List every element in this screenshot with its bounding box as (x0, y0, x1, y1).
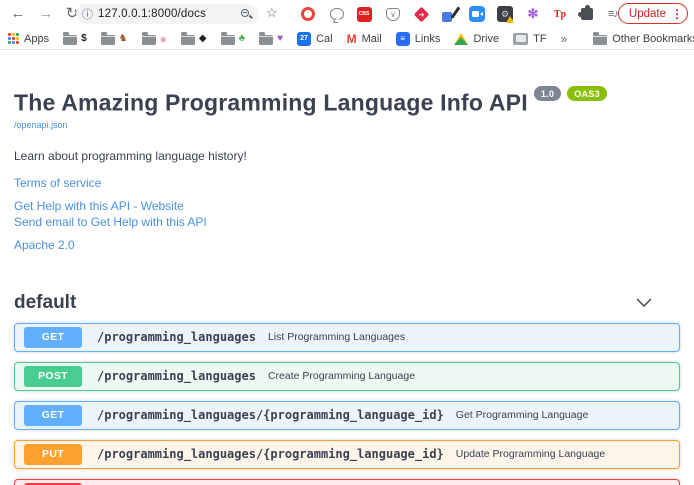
chevron-double-icon: » (561, 32, 568, 46)
bookmarks-bar: Apps $ ♞ ● ◆ ♣ ♥ 27 Cal M Mail ≡ Links D… (0, 28, 694, 50)
folder-icon (63, 35, 77, 45)
tf-icon (513, 33, 528, 45)
bookmark-links[interactable]: ≡ Links (396, 32, 441, 46)
api-description: Learn about programming language history… (14, 149, 680, 163)
bookmark-drive[interactable]: Drive (454, 33, 499, 45)
folder-icon (101, 35, 115, 45)
operations-list: GET /programming_languages List Programm… (14, 323, 680, 485)
apps-grid-icon (8, 33, 19, 44)
endpoint-summary: List Programming Languages (268, 331, 405, 343)
endpoint-post-create[interactable]: POST /programming_languages Create Progr… (14, 362, 680, 391)
bookmark-apps[interactable]: Apps (8, 33, 49, 45)
bookmarks-overflow[interactable]: » (561, 32, 568, 46)
endpoint-summary: Create Programming Language (268, 370, 415, 382)
bookmark-folder-brain[interactable]: ● (142, 32, 167, 46)
color-picker-icon[interactable] (440, 5, 458, 23)
method-badge: GET (24, 327, 82, 348)
endpoint-path: /programming_languages (97, 369, 256, 383)
tp-icon[interactable]: Tp (551, 5, 569, 23)
links-icon: ≡ (396, 32, 410, 46)
extensions-puzzle-icon[interactable] (578, 5, 596, 23)
terms-of-service-link[interactable]: Terms of service (14, 176, 680, 190)
get-help-website-link[interactable]: Get Help with this API - Website (14, 199, 680, 213)
forward-icon[interactable]: → (36, 3, 56, 23)
back-icon[interactable]: ← (8, 3, 28, 23)
gear-warning-icon[interactable]: ⚙ (496, 5, 514, 23)
oas3-badge: OAS3 (567, 86, 607, 101)
zoom-out-icon[interactable] (241, 9, 252, 20)
url-text[interactable]: 127.0.0.1:8000/docs (98, 8, 239, 20)
folder-icon (142, 35, 156, 45)
gmail-icon: M (347, 32, 357, 46)
bookmark-star-icon[interactable]: ☆ (266, 5, 278, 21)
chat-bubble-icon[interactable] (328, 5, 346, 23)
diamond-arrow-icon[interactable] (412, 5, 430, 23)
license-link[interactable]: Apache 2.0 (14, 238, 680, 252)
site-info-icon[interactable]: ⓘ (82, 6, 93, 22)
endpoint-path: /programming_languages/{programming_lang… (97, 408, 444, 422)
api-links: Terms of service Get Help with this API … (14, 176, 680, 252)
endpoint-path: /programming_languages/{programming_lang… (97, 447, 444, 461)
opera-ring-icon[interactable] (299, 5, 317, 23)
other-bookmarks[interactable]: Other Bookmarks (593, 33, 694, 45)
bookmark-folder-green[interactable]: ♣ (221, 33, 246, 45)
folder-icon (259, 35, 273, 45)
bookmark-folder-dollar[interactable]: $ (63, 33, 87, 45)
purple-flower-icon[interactable]: ✻ (524, 5, 542, 23)
endpoint-put-update[interactable]: PUT /programming_languages/{programming_… (14, 440, 680, 469)
method-badge: PUT (24, 444, 82, 465)
swagger-page: The Amazing Programming Language Info AP… (0, 86, 694, 485)
chevron-down-icon[interactable] (636, 298, 652, 308)
calendar-icon: 27 (297, 32, 311, 46)
method-badge: POST (24, 366, 82, 387)
endpoint-path: /programming_languages (97, 330, 256, 344)
bookmark-folder-grad-cap[interactable]: ◆ (181, 33, 207, 45)
section-title: default (14, 292, 76, 314)
folder-icon (221, 35, 235, 45)
endpoint-summary: Get Programming Language (456, 409, 589, 421)
bookmark-folder-horse[interactable]: ♞ (101, 33, 128, 45)
folder-icon (593, 35, 607, 45)
folder-icon (181, 35, 195, 45)
endpoint-summary: Update Programming Language (456, 448, 605, 460)
method-badge: GET (24, 405, 82, 426)
pocket-icon[interactable]: ∨ (384, 5, 402, 23)
address-bar[interactable]: ⓘ 127.0.0.1:8000/docs (76, 4, 258, 24)
page-title: The Amazing Programming Language Info AP… (14, 86, 680, 117)
openapi-json-link[interactable]: /openapi.json (14, 120, 680, 130)
drive-icon (454, 33, 468, 45)
endpoint-delete[interactable]: DELETE /programming_languages/{programmi… (14, 479, 680, 485)
tag-section-default[interactable]: default (14, 292, 680, 314)
update-button[interactable]: Update ⋮ (618, 3, 688, 24)
bookmark-cal[interactable]: 27 Cal (297, 32, 333, 46)
endpoint-get-one[interactable]: GET /programming_languages/{programming_… (14, 401, 680, 430)
browser-toolbar: ← → ↻ ⓘ 127.0.0.1:8000/docs ☆ CBS ∨ ⚙ ✻ … (0, 0, 694, 28)
cbs-icon[interactable]: CBS (355, 5, 373, 23)
zoom-camera-icon[interactable] (468, 5, 486, 23)
endpoint-get-list[interactable]: GET /programming_languages List Programm… (14, 323, 680, 352)
version-badge: 1.0 (534, 86, 561, 101)
send-email-link[interactable]: Send email to Get Help with this API (14, 215, 680, 229)
bookmark-folder-purple-heart[interactable]: ♥ (259, 33, 283, 45)
kebab-menu-icon[interactable]: ⋮ (671, 7, 683, 21)
bookmark-mail[interactable]: M Mail (347, 32, 382, 46)
bookmark-tf[interactable]: TF (513, 33, 546, 45)
